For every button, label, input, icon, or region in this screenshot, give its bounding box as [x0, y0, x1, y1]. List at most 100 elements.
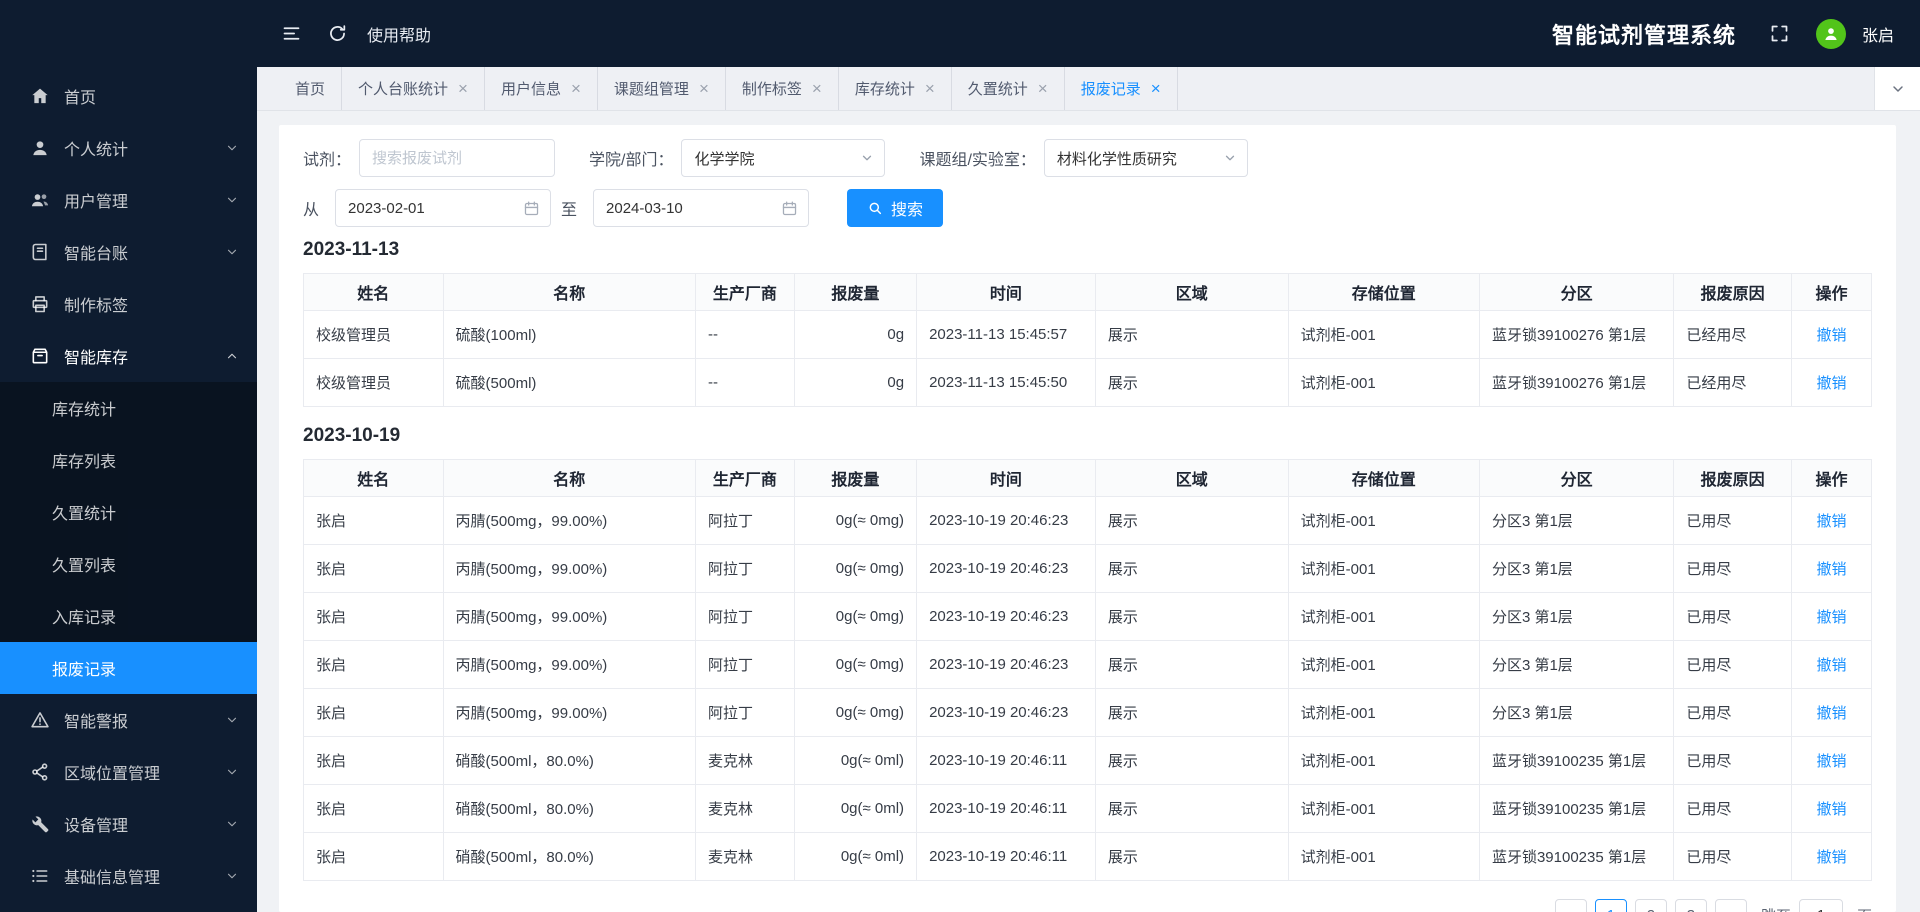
revoke-link[interactable]: 撤销 [1816, 513, 1846, 530]
table-row: 张启丙腈(500mg，99.00%)阿拉丁0g(≈ 0mg)2023-10-19… [304, 689, 1872, 737]
tab-4[interactable]: 制作标签 × [726, 67, 839, 110]
cell: 蓝牙锁39100235 第1层 [1479, 833, 1673, 881]
close-icon[interactable]: × [1038, 80, 1048, 97]
cell: 丙腈(500mg，99.00%) [443, 545, 695, 593]
revoke-link[interactable]: 撤销 [1816, 753, 1846, 770]
date-to-picker[interactable] [593, 189, 809, 227]
sidebar-item-6[interactable]: 智能警报 [0, 694, 257, 746]
cell: 0g(≈ 0ml) [794, 833, 916, 881]
revoke-link[interactable]: 撤销 [1816, 801, 1846, 818]
close-icon[interactable]: × [925, 80, 935, 97]
reagent-search-input[interactable] [359, 139, 555, 177]
close-icon[interactable]: × [699, 80, 709, 97]
user-icon [30, 138, 50, 158]
cell: 0g(≈ 0mg) [794, 689, 916, 737]
sidebar-subitem-1[interactable]: 库存列表 [0, 434, 257, 486]
sidebar-item-9[interactable]: 基础信息管理 [0, 850, 257, 902]
column-header: 操作 [1791, 460, 1871, 497]
record-groups: 2023-11-13姓名名称生产厂商报废量时间区域存储位置分区报废原因操作校级管… [303, 239, 1872, 881]
tab-3[interactable]: 课题组管理× [598, 67, 726, 110]
sidebar-item-4[interactable]: 制作标签 [0, 278, 257, 330]
cell: 张启 [304, 593, 444, 641]
inventory-icon [30, 346, 50, 366]
tab-7[interactable]: 报废记录× [1065, 67, 1178, 110]
header-right: 智能试剂管理系统 张启 [1552, 14, 1894, 54]
calendar-icon [781, 200, 798, 217]
sidebar-item-0[interactable]: 首页 [0, 70, 257, 122]
close-icon[interactable]: × [812, 80, 822, 97]
sidebar: 首页个人统计用户管理智能台账制作标签智能库存库存统计库存列表久置统计久置列表入库… [0, 0, 257, 912]
cell: 试剂柜-001 [1288, 593, 1479, 641]
page-button-3[interactable]: 3 [1675, 899, 1707, 912]
cell: 张启 [304, 833, 444, 881]
date-to-input[interactable] [606, 200, 781, 217]
page-button-1[interactable]: 1 [1595, 899, 1627, 912]
fullscreen-icon[interactable] [1760, 14, 1800, 54]
cell: 2023-10-19 20:46:23 [917, 593, 1096, 641]
revoke-link[interactable]: 撤销 [1816, 327, 1846, 344]
tab-0[interactable]: 首页 [279, 67, 342, 110]
revoke-link[interactable]: 撤销 [1816, 375, 1846, 392]
revoke-link[interactable]: 撤销 [1816, 849, 1846, 866]
chevron-down-icon [225, 245, 239, 259]
tab-label: 久置统计 [968, 78, 1028, 99]
sidebar-subitem-0[interactable]: 库存统计 [0, 382, 257, 434]
tab-label: 制作标签 [742, 78, 802, 99]
menu-collapse-icon[interactable] [271, 14, 311, 54]
revoke-link[interactable]: 撤销 [1816, 609, 1846, 626]
sidebar-subitem-5[interactable]: 报废记录 [0, 642, 257, 694]
tab-2[interactable]: 用户信息× [485, 67, 598, 110]
tab-6[interactable]: 久置统计 × [952, 67, 1065, 110]
revoke-link[interactable]: 撤销 [1816, 705, 1846, 722]
cell: 0g(≈ 0mg) [794, 497, 916, 545]
revoke-link[interactable]: 撤销 [1816, 657, 1846, 674]
next-page-button[interactable]: › [1715, 899, 1747, 912]
tab-label: 首页 [295, 78, 325, 99]
filter-row-1: 试剂： 学院/部门： 化学学院 课题组/实验室： 材料化学性质研究 [303, 139, 1872, 177]
lab-group-select-value: 材料化学性质研究 [1057, 148, 1177, 169]
sidebar-item-3[interactable]: 智能台账 [0, 226, 257, 278]
prev-page-button[interactable]: ‹ [1555, 899, 1587, 912]
team-icon [30, 190, 50, 210]
cell: 已用尽 [1674, 737, 1792, 785]
close-icon[interactable]: × [458, 80, 468, 97]
tools-icon [30, 814, 50, 834]
calendar-icon [523, 200, 540, 217]
tab-5[interactable]: 库存统计× [839, 67, 952, 110]
table-row: 张启硝酸(500ml，80.0%)麦克林0g(≈ 0ml)2023-10-19 … [304, 833, 1872, 881]
sidebar-item-1[interactable]: 个人统计 [0, 122, 257, 174]
page-jump-input[interactable] [1799, 899, 1843, 912]
sidebar-subitem-4[interactable]: 入库记录 [0, 590, 257, 642]
revoke-link[interactable]: 撤销 [1816, 561, 1846, 578]
printer-icon [30, 294, 50, 314]
date-from-input[interactable] [348, 200, 523, 217]
search-button-label: 搜索 [891, 196, 923, 220]
cell: 2023-10-19 20:46:23 [917, 641, 1096, 689]
page-button-2[interactable]: 2 [1635, 899, 1667, 912]
sidebar-subitem-2[interactable]: 久置统计 [0, 486, 257, 538]
cell: 试剂柜-001 [1288, 545, 1479, 593]
lab-group-select[interactable]: 材料化学性质研究 [1044, 139, 1248, 177]
department-select[interactable]: 化学学院 [681, 139, 885, 177]
cell: 蓝牙锁39100235 第1层 [1479, 737, 1673, 785]
cell: 展示 [1095, 497, 1288, 545]
cell: 试剂柜-001 [1288, 785, 1479, 833]
help-link[interactable]: 使用帮助 [367, 22, 431, 46]
close-icon[interactable]: × [571, 80, 581, 97]
cell: 已用尽 [1674, 593, 1792, 641]
close-icon[interactable]: × [1151, 80, 1161, 97]
tabs-dropdown-button[interactable] [1874, 67, 1920, 110]
sidebar-subitem-3[interactable]: 久置列表 [0, 538, 257, 590]
date-from-picker[interactable] [335, 189, 551, 227]
avatar[interactable] [1816, 19, 1846, 49]
sidebar-item-5[interactable]: 智能库存 [0, 330, 257, 382]
sidebar-item-7[interactable]: 区域位置管理 [0, 746, 257, 798]
tab-1[interactable]: 个人台账统计× [342, 67, 485, 110]
search-button[interactable]: 搜索 [847, 189, 943, 227]
username[interactable]: 张启 [1862, 22, 1894, 46]
refresh-icon[interactable] [317, 14, 357, 54]
sidebar-item-8[interactable]: 设备管理 [0, 798, 257, 850]
cell: 已经用尽 [1674, 359, 1792, 407]
cell: 2023-11-13 15:45:50 [917, 359, 1096, 407]
sidebar-item-2[interactable]: 用户管理 [0, 174, 257, 226]
